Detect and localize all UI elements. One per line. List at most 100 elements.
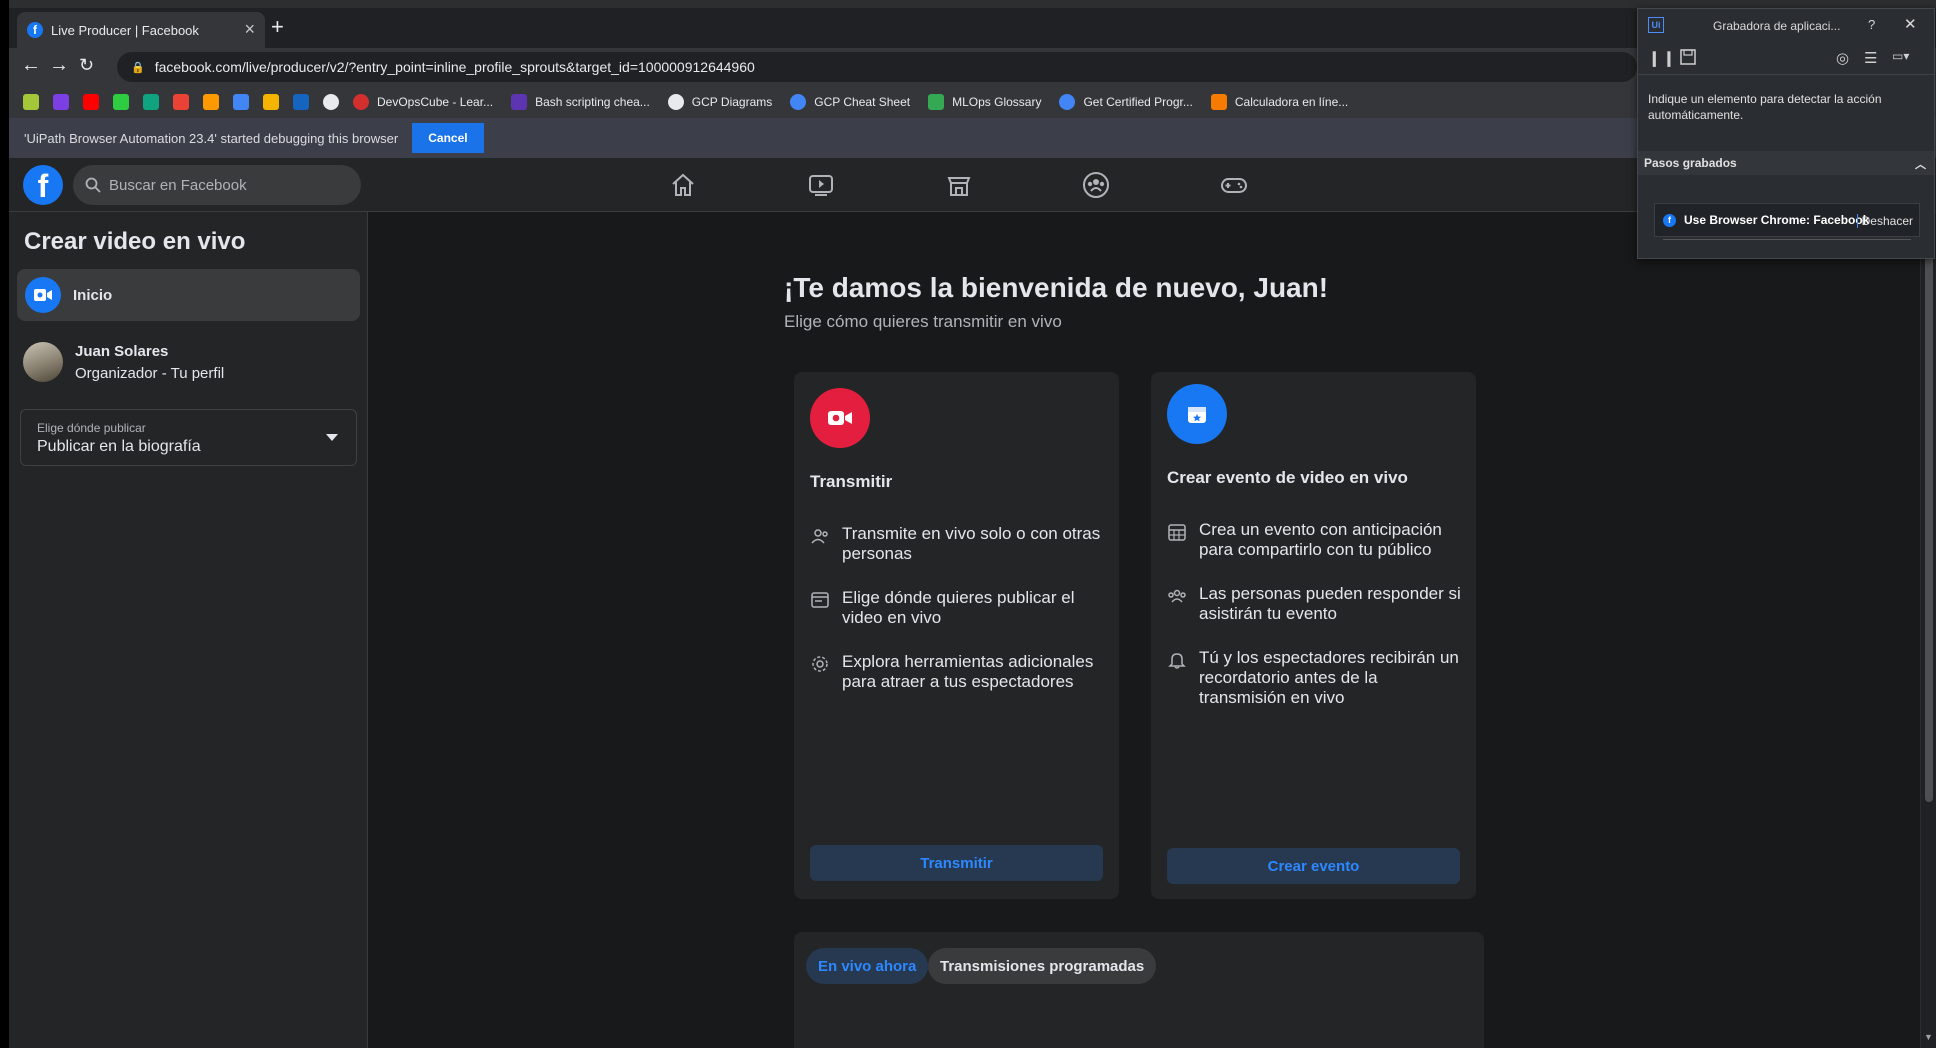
- search-icon: [85, 177, 101, 193]
- feature-text: Las personas pueden responder si asistir…: [1199, 584, 1461, 623]
- calendar-star-icon: [1167, 384, 1227, 444]
- live-video-icon: [25, 277, 61, 313]
- bookmark-item[interactable]: DevOpsCube - Lear...: [353, 94, 493, 110]
- bookmark-icon[interactable]: [23, 94, 39, 110]
- youtube-icon[interactable]: [83, 94, 99, 110]
- mode-dropdown-icon[interactable]: ▭▾: [1892, 49, 1909, 63]
- gcp-icon[interactable]: [233, 94, 249, 110]
- chatgpt-icon[interactable]: [143, 94, 159, 110]
- recorder-toolbar: ❙❙ ◎ ☰ ▭▾: [1638, 41, 1934, 75]
- facebook-favicon-icon: f: [1663, 213, 1676, 227]
- bookmark-item[interactable]: GCP Diagrams: [667, 94, 772, 110]
- card-title: Transmitir: [810, 472, 893, 491]
- gaming-icon[interactable]: [1219, 170, 1249, 200]
- save-icon[interactable]: [1680, 49, 1696, 69]
- bookmark-item[interactable]: Bash scripting chea...: [511, 94, 650, 110]
- list-icon[interactable]: ☰: [1864, 49, 1877, 67]
- user-name: Juan Solares: [75, 342, 169, 360]
- groups-icon[interactable]: [1081, 170, 1111, 200]
- watch-icon[interactable]: [806, 170, 836, 200]
- facebook-logo-icon[interactable]: f: [23, 165, 63, 205]
- publish-select-label: Elige dónde publicar: [37, 421, 146, 435]
- feature-text: Tú y los espectadores recibirán un recor…: [1199, 648, 1459, 707]
- page-title: ¡Te damos la bienvenida de nuevo, Juan!: [784, 272, 1329, 303]
- feature-item: Crea un evento con anticipación para com…: [1167, 520, 1462, 560]
- tab-scheduled[interactable]: Transmisiones programadas: [928, 948, 1157, 984]
- browser-window-icon: [811, 592, 829, 608]
- broadcasts-panel: En vivo ahora Transmisiones programadas: [794, 932, 1484, 1048]
- lock-icon: 🔒: [131, 61, 145, 74]
- feature-item: Transmite en vivo solo o con otras perso…: [810, 524, 1105, 564]
- left-sidebar: Crear video en vivo Inicio Juan Solares …: [9, 212, 368, 1048]
- feature-item: Explora herramientas adicionales para at…: [810, 652, 1105, 692]
- recorded-steps-label: Pasos grabados: [1644, 156, 1737, 170]
- bookmark-icon[interactable]: [53, 94, 69, 110]
- caret-down-icon: [326, 434, 338, 441]
- url-text: facebook.com/live/producer/v2/?entry_poi…: [154, 59, 755, 75]
- search-input[interactable]: Buscar en Facebook: [73, 165, 361, 205]
- aws-icon[interactable]: [203, 94, 219, 110]
- feature-item: Las personas pueden responder si asistir…: [1167, 584, 1462, 624]
- bookmark-item[interactable]: MLOps Glossary: [928, 94, 1041, 110]
- bookmark-icon[interactable]: [293, 94, 309, 110]
- page-scrollbar[interactable]: ▲ ▼: [1920, 212, 1936, 1048]
- feature-item: Tú y los espectadores recibirán un recor…: [1167, 648, 1462, 708]
- new-tab-icon[interactable]: +: [271, 14, 284, 40]
- bookmark-item[interactable]: Calculadora en líne...: [1210, 94, 1348, 110]
- calendar-icon: [1168, 524, 1186, 541]
- publish-destination-select[interactable]: Elige dónde publicar Publicar en la biog…: [20, 409, 357, 466]
- feature-text: Transmite en vivo solo o con otras perso…: [842, 524, 1101, 563]
- step-label: Use Browser Chrome: Facebook: [1684, 213, 1870, 227]
- back-icon[interactable]: ←: [21, 54, 41, 77]
- go-live-button[interactable]: Transmitir: [810, 845, 1103, 881]
- bookmark-icon[interactable]: [113, 94, 129, 110]
- go-live-card: Transmitir Transmite en vivo solo o con …: [794, 372, 1119, 899]
- search-placeholder: Buscar en Facebook: [109, 176, 247, 194]
- camera-icon: [810, 388, 870, 448]
- tab-title: Live Producer | Facebook: [51, 22, 199, 38]
- bell-icon: [1168, 653, 1186, 669]
- target-settings-icon[interactable]: ◎: [1836, 49, 1849, 67]
- sidebar-item-inicio[interactable]: Inicio: [17, 269, 360, 321]
- close-icon[interactable]: ✕: [1904, 15, 1917, 33]
- help-icon[interactable]: ?: [1868, 17, 1875, 32]
- bookmark-item[interactable]: Get Certified Progr...: [1059, 94, 1193, 110]
- facebook-favicon-icon: f: [27, 22, 43, 38]
- user-role: Organizador - Tu perfil: [75, 364, 225, 382]
- browser-tab[interactable]: f Live Producer | Facebook ×: [17, 12, 265, 48]
- create-event-button[interactable]: Crear evento: [1167, 848, 1460, 884]
- chevron-up-icon[interactable]: ︿: [1915, 156, 1926, 172]
- recorded-step[interactable]: f Use Browser Chrome: Facebook Deshacer: [1654, 203, 1920, 240]
- browser-window: f Live Producer | Facebook × + ← → ↻ 🔒 f…: [9, 0, 1936, 1048]
- recorded-steps-header[interactable]: Pasos grabados ︿: [1638, 151, 1934, 175]
- avatar: [23, 342, 63, 382]
- sidebar-item-label: Inicio: [73, 286, 113, 304]
- bookmark-item[interactable]: GCP Cheat Sheet: [790, 94, 910, 110]
- undo-button[interactable]: Deshacer: [1856, 214, 1913, 228]
- scrollbar-thumb[interactable]: [1925, 232, 1933, 802]
- scroll-down-icon[interactable]: ▼: [1924, 1032, 1933, 1042]
- debug-message: 'UiPath Browser Automation 23.4' started…: [24, 130, 399, 146]
- profile-entry[interactable]: Juan Solares Organizador - Tu perfil: [23, 342, 224, 382]
- feature-text: Elige dónde quieres publicar el video en…: [842, 588, 1075, 627]
- pause-icon[interactable]: ❙❙: [1648, 49, 1677, 67]
- cancel-debug-button[interactable]: Cancel: [412, 123, 484, 153]
- gmail-icon[interactable]: [173, 94, 189, 110]
- reload-icon[interactable]: ↻: [79, 55, 94, 76]
- card-title: Crear evento de video en vivo: [1167, 468, 1408, 487]
- gear-icon: [812, 656, 828, 672]
- github-icon[interactable]: [323, 94, 339, 110]
- home-icon[interactable]: [668, 170, 698, 200]
- uipath-logo-icon: Ui: [1648, 17, 1664, 33]
- sidebar-title: Crear video en vivo: [24, 228, 246, 255]
- uipath-recorder-panel: Ui Grabadora de aplicaci... ? ✕ ❙❙ ◎ ☰ ▭…: [1637, 8, 1935, 259]
- close-tab-icon[interactable]: ×: [244, 20, 255, 38]
- page-subtitle: Elige cómo quieres transmitir en vivo: [784, 312, 1062, 331]
- tab-live-now[interactable]: En vivo ahora: [806, 948, 929, 984]
- recorder-titlebar: Ui Grabadora de aplicaci... ? ✕: [1638, 9, 1934, 41]
- feature-item: Elige dónde quieres publicar el video en…: [810, 588, 1105, 628]
- forward-icon[interactable]: →: [49, 54, 69, 77]
- address-bar[interactable]: 🔒 facebook.com/live/producer/v2/?entry_p…: [117, 52, 1637, 82]
- bookmark-icon[interactable]: [263, 94, 279, 110]
- marketplace-icon[interactable]: [944, 170, 974, 200]
